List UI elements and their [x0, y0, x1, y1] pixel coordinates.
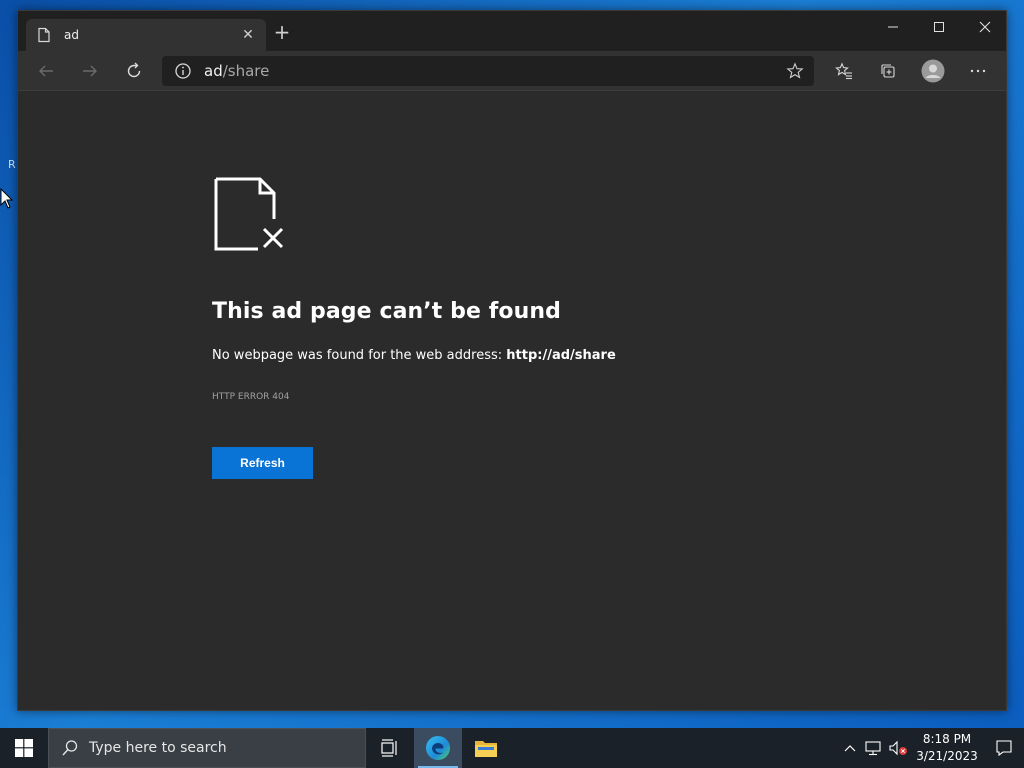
notifications-button[interactable] — [984, 728, 1024, 768]
search-placeholder: Type here to search — [89, 740, 227, 756]
notification-icon — [996, 740, 1012, 757]
profile-icon — [921, 59, 945, 83]
navigation-toolbar: ad/share — [18, 51, 1006, 91]
info-icon[interactable] — [174, 62, 192, 80]
clock-date: 3/21/2023 — [916, 749, 978, 763]
system-tray: 8:18 PM 3/21/2023 — [838, 728, 1024, 768]
favorite-star-icon[interactable] — [786, 62, 804, 80]
taskbar: Type here to search 8:18 PM 3/21/2023 — [0, 728, 1024, 768]
clock-time: 8:18 PM — [922, 732, 972, 746]
taskbar-search-box[interactable]: Type here to search — [48, 728, 366, 768]
start-button[interactable] — [0, 728, 48, 768]
settings-more-button[interactable] — [966, 59, 990, 83]
address-path: /share — [222, 62, 270, 80]
volume-button[interactable] — [886, 728, 910, 768]
browser-window: ad ✕ + ad /share This ad page can’t be f… — [17, 10, 1007, 711]
maximize-icon — [934, 22, 944, 32]
tab-active[interactable]: ad ✕ — [26, 19, 266, 51]
error-description: No webpage was found for the web address… — [212, 348, 616, 363]
clock[interactable]: 8:18 PM 3/21/2023 — [910, 731, 984, 765]
windows-logo-icon — [15, 739, 33, 757]
broken-page-icon — [214, 177, 284, 251]
maximize-button[interactable] — [916, 11, 962, 43]
mouse-cursor-icon — [0, 187, 14, 214]
show-hidden-icons-button[interactable] — [838, 728, 862, 768]
search-icon — [62, 740, 78, 756]
error-code: HTTP ERROR 404 — [212, 392, 290, 402]
error-title: This ad page can’t be found — [212, 299, 562, 324]
edge-taskbar-button[interactable] — [414, 728, 462, 768]
collections-icon — [881, 64, 895, 78]
minimize-button[interactable] — [870, 11, 916, 43]
more-icon — [970, 69, 986, 73]
network-button[interactable] — [862, 728, 886, 768]
folder-icon — [475, 741, 497, 757]
task-view-icon — [381, 739, 397, 757]
back-icon — [39, 65, 53, 77]
collections-button[interactable] — [876, 59, 900, 83]
forward-button[interactable] — [78, 59, 102, 83]
edge-browser-icon — [426, 736, 450, 760]
favorites-icon — [835, 62, 852, 80]
reload-button[interactable] — [122, 59, 146, 83]
back-button[interactable] — [34, 59, 58, 83]
file-explorer-button[interactable] — [462, 728, 510, 768]
network-icon — [865, 741, 881, 756]
profile-button[interactable] — [920, 58, 946, 84]
favorites-button[interactable] — [832, 59, 856, 83]
address-bar[interactable]: ad/share — [162, 56, 814, 86]
tab-title: ad — [64, 28, 79, 42]
page-icon — [38, 27, 50, 43]
new-tab-button[interactable]: + — [272, 22, 292, 42]
forward-icon — [83, 65, 97, 77]
refresh-button[interactable]: Refresh — [212, 447, 313, 479]
close-icon — [979, 21, 991, 33]
page-content: This ad page can’t be found No webpage w… — [18, 91, 1006, 710]
error-description-prefix: No webpage was found for the web address… — [212, 348, 507, 363]
refresh-icon — [127, 62, 141, 78]
close-window-button[interactable] — [962, 11, 1008, 43]
volume-muted-icon — [889, 740, 907, 756]
title-bar: ad ✕ + — [18, 11, 1006, 51]
chevron-up-icon — [844, 745, 856, 752]
desktop-icon-label[interactable]: R — [8, 158, 16, 171]
minimize-icon — [888, 26, 898, 28]
error-url: http://ad/share — [506, 348, 616, 363]
task-view-button[interactable] — [366, 728, 414, 768]
tab-close-icon[interactable]: ✕ — [240, 27, 256, 43]
address-host: ad — [204, 62, 223, 80]
